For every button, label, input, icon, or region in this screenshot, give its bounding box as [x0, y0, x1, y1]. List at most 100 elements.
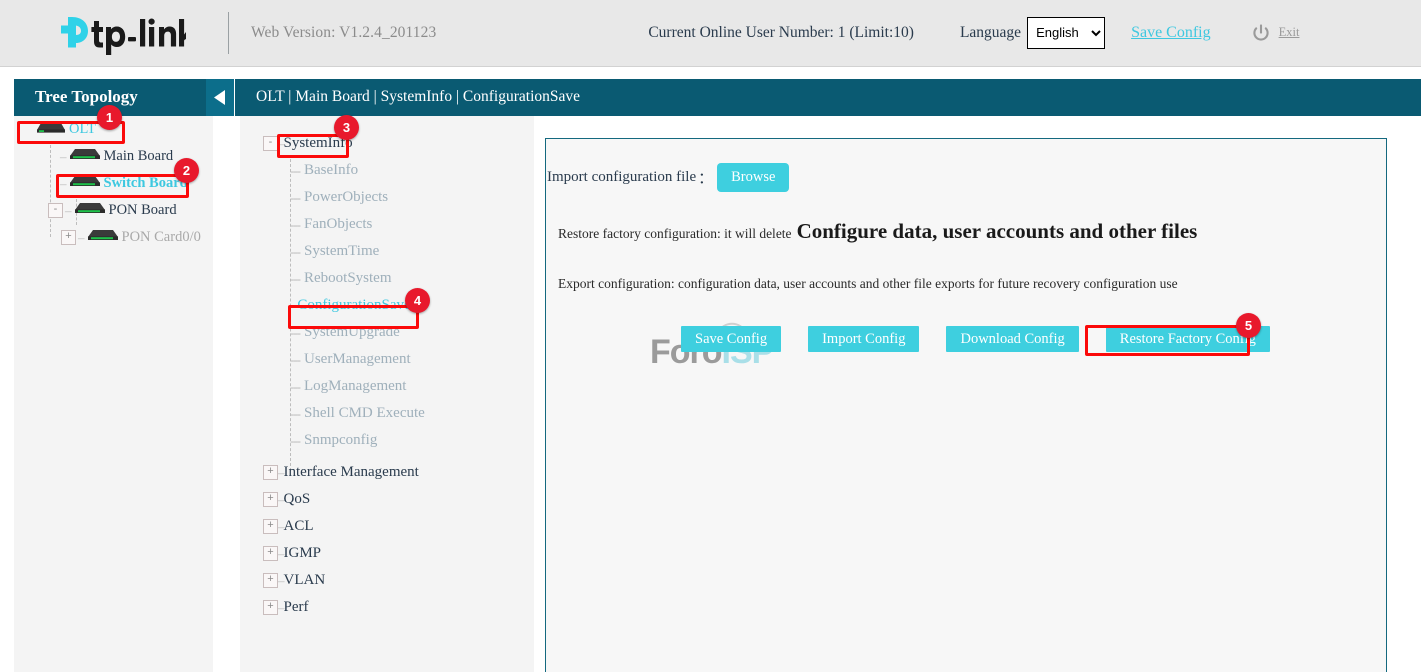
device-icon	[87, 228, 119, 247]
device-glyph	[36, 121, 66, 134]
menu-branch-dash: ---	[290, 433, 300, 449]
menu-item-label: PowerObjects	[304, 190, 388, 205]
menu-item-label: SystemUpgrade	[304, 325, 400, 340]
menu-toggle-collapse[interactable]: -	[263, 136, 278, 151]
online-user-count: Current Online User Number: 1 (Limit:10)	[648, 24, 914, 42]
exit-link[interactable]: Exit	[1279, 25, 1300, 40]
menu-toggle-expand[interactable]: +	[263, 600, 278, 615]
menu-item-configurationsave[interactable]: - ConfigurationSave	[240, 292, 534, 319]
menu-item-powerobjects[interactable]: --- PowerObjects	[240, 184, 534, 211]
export-configuration-description: Export configuration: configuration data…	[558, 276, 1178, 292]
restore-factory-description: Restore factory configuration: it will d…	[558, 219, 1197, 244]
configuration-save-content: ForoISP Import configuration file ： Brow…	[545, 138, 1387, 672]
tree-item-label: PON Board	[109, 203, 177, 218]
device-glyph	[69, 147, 101, 161]
menu-toggle-expand[interactable]: +	[263, 492, 278, 507]
menu-item-label: Shell CMD Execute	[304, 406, 425, 421]
tree-branch-dash: –	[60, 149, 67, 165]
menu-item-shell-cmd-execute[interactable]: --- Shell CMD Execute	[240, 400, 534, 427]
breadcrumb-bar: OLT | Main Board | SystemInfo | Configur…	[235, 79, 1421, 116]
tree-item-main-board[interactable]: – Main Board	[14, 143, 213, 170]
chevron-left-icon	[213, 89, 227, 106]
menu-item-usermanagement[interactable]: --- UserManagement	[240, 346, 534, 373]
page-header: Web Version: V1.2.4_201123 Current Onlin…	[0, 0, 1421, 67]
menu-item-acl[interactable]: + – ACL	[240, 513, 534, 540]
menu-item-label: ACL	[284, 519, 314, 534]
menu-branch-dash: ---	[290, 352, 300, 368]
language-label: Language	[960, 24, 1021, 42]
menu-branch-dash: ---	[290, 244, 300, 260]
menu-item-snmpconfig[interactable]: --- Snmpconfig	[240, 427, 534, 454]
restore-factory-lead-text: Restore factory configuration: it will d…	[558, 226, 792, 242]
tree-branch-dash: –	[60, 176, 67, 192]
language-select[interactable]: English	[1027, 17, 1105, 49]
header-divider	[228, 12, 229, 54]
tree-item-label: Switch Board	[104, 176, 188, 191]
menu-item-vlan[interactable]: + – VLAN	[240, 567, 534, 594]
web-version-text: Web Version: V1.2.4_201123	[251, 24, 436, 42]
tree-branch-dash: –	[65, 203, 72, 219]
menu-toggle-expand[interactable]: +	[263, 573, 278, 588]
tree-item-pon-card[interactable]: + – PON Card0/0	[14, 224, 213, 251]
menu-item-label: UserManagement	[304, 352, 411, 367]
menu-toggle-expand[interactable]: +	[263, 465, 278, 480]
menu-item-label: Snmpconfig	[304, 433, 377, 448]
device-glyph	[69, 174, 101, 188]
menu-item-logmanagement[interactable]: --- LogManagement	[240, 373, 534, 400]
import-configuration-row: Import configuration file ： Browse	[547, 163, 789, 192]
menu-item-perf[interactable]: + – Perf	[240, 594, 534, 621]
device-icon	[36, 121, 66, 139]
tree-toggle-collapse[interactable]: -	[48, 203, 63, 218]
menu-item-label: VLAN	[284, 573, 326, 588]
device-icon	[74, 201, 106, 220]
import-configuration-label: Import configuration file	[547, 169, 696, 186]
menu-branch-dash: ---	[290, 190, 300, 206]
tree-item-pon-board[interactable]: - – PON Board	[14, 197, 213, 224]
menu-item-systeminfo[interactable]: - – SystemInfo	[240, 130, 534, 157]
menu-branch-dash: ---	[290, 406, 300, 422]
menu-item-label: LogManagement	[304, 379, 406, 394]
menu-item-rebootsystem[interactable]: --- RebootSystem	[240, 265, 534, 292]
tree-topology-header: Tree Topology	[14, 79, 213, 116]
device-glyph	[74, 201, 106, 215]
menu-item-label: BaseInfo	[304, 163, 358, 178]
menu-item-qos[interactable]: + – QoS	[240, 486, 534, 513]
menu-item-systemtime[interactable]: --- SystemTime	[240, 238, 534, 265]
menu-item-interface-management[interactable]: + – Interface Management	[240, 459, 534, 486]
menu-branch-dash: ---	[290, 163, 300, 179]
header-save-config-link[interactable]: Save Config	[1131, 24, 1211, 42]
menu-item-baseinfo[interactable]: --- BaseInfo	[240, 157, 534, 184]
device-glyph	[87, 228, 119, 242]
device-icon	[69, 174, 101, 193]
browse-button[interactable]: Browse	[717, 163, 789, 192]
tree-item-label: OLT	[69, 122, 96, 137]
sidebar-collapse-button[interactable]	[206, 79, 234, 116]
download-config-button[interactable]: Download Config	[946, 326, 1078, 352]
power-glyph	[1251, 23, 1271, 43]
breadcrumb: OLT | Main Board | SystemInfo | Configur…	[256, 88, 580, 106]
menu-branch-dash: ---	[290, 271, 300, 287]
menu-item-fanobjects[interactable]: --- FanObjects	[240, 211, 534, 238]
restore-factory-config-button[interactable]: Restore Factory Config	[1106, 326, 1270, 352]
menu-item-systemupgrade[interactable]: --- SystemUpgrade	[240, 319, 534, 346]
menu-item-label: Interface Management	[284, 465, 419, 480]
power-icon[interactable]	[1251, 23, 1271, 43]
menu-item-label: ConfigurationSave	[297, 298, 410, 313]
restore-factory-emphasis-text: Configure data, user accounts and other …	[797, 219, 1198, 244]
tree-item-switch-board[interactable]: – Switch Board	[14, 170, 213, 197]
menu-item-label: QoS	[284, 492, 311, 507]
menu-toggle-expand[interactable]: +	[263, 519, 278, 534]
tree-item-olt[interactable]: OLT	[14, 116, 213, 143]
menu-item-igmp[interactable]: + – IGMP	[240, 540, 534, 567]
import-colon: ：	[698, 167, 713, 188]
navigation-menu-list: - – SystemInfo --- BaseInfo --- PowerObj…	[240, 130, 534, 621]
menu-branch-dash: -	[290, 298, 293, 314]
tree-item-label: PON Card0/0	[122, 230, 201, 245]
tree-item-label: Main Board	[104, 149, 174, 164]
menu-toggle-expand[interactable]: +	[263, 546, 278, 561]
save-config-button[interactable]: Save Config	[681, 326, 781, 352]
tree-toggle-expand[interactable]: +	[61, 230, 76, 245]
import-config-button[interactable]: Import Config	[808, 326, 919, 352]
menu-item-label: IGMP	[284, 546, 322, 561]
olt-web-management-page: Web Version: V1.2.4_201123 Current Onlin…	[0, 0, 1421, 672]
